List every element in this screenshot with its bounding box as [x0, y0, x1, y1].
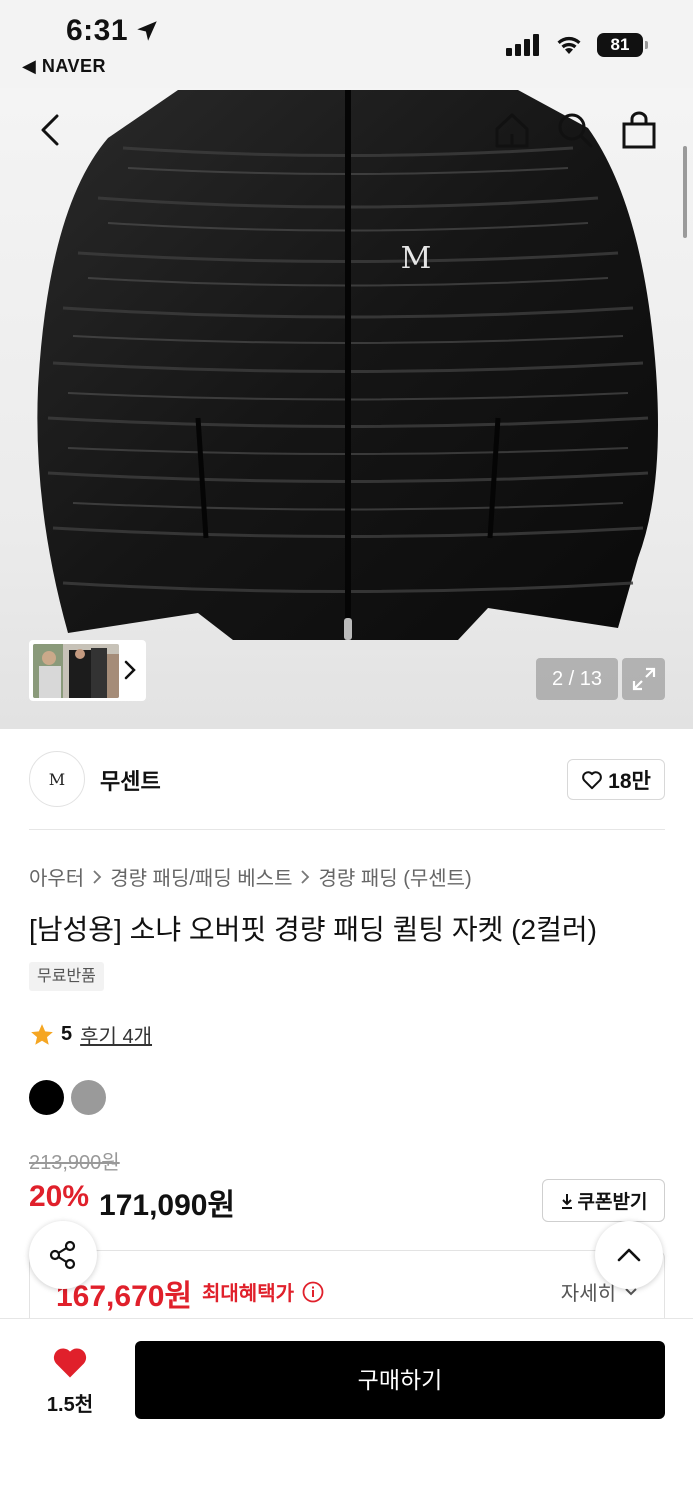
rating: 5 후기 4개 — [29, 1020, 152, 1049]
benefit-label-row: 최대혜택가 — [202, 1277, 324, 1306]
product-page: 6:31 ◀ NAVER 81 M 2 / 13 M 무센트 18만 아우터 경… — [0, 0, 693, 1500]
store-logo-text: M — [48, 769, 66, 789]
heart-outline-icon — [582, 770, 603, 789]
coupon-label: 쿠폰받기 — [577, 1192, 648, 1213]
original-price: 213,900원 — [29, 1152, 120, 1174]
color-swatch-black[interactable] — [29, 1080, 64, 1115]
free-return-badge: 무료반품 — [29, 962, 104, 991]
status-time: 6:31 — [66, 14, 129, 47]
cart-button[interactable] — [617, 108, 661, 152]
store-logo[interactable]: M — [29, 751, 85, 807]
chevron-left-icon — [41, 114, 59, 146]
breadcrumb-item[interactable]: 경량 패딩/패딩 베스트 — [110, 862, 292, 891]
battery-cap — [645, 41, 648, 49]
discount-rate: 20% — [29, 1180, 90, 1213]
search-icon — [558, 113, 593, 148]
thumbnail-strip[interactable] — [29, 640, 146, 701]
home-icon — [495, 113, 529, 148]
store-like-button[interactable]: 18만 — [567, 759, 665, 800]
wifi-icon — [557, 36, 581, 54]
scroll-top-button[interactable] — [595, 1221, 663, 1289]
product-title: [남성용] 소냐 오버핏 경량 패딩 퀼팅 자켓 (2컬러) — [29, 914, 597, 945]
product-image: M — [37, 90, 658, 640]
sale-price-row: 20% 171,090원 — [29, 1180, 235, 1224]
heart-filled-icon — [53, 1348, 87, 1378]
thumbnail-images — [33, 643, 119, 698]
cellular-signal-icon — [506, 34, 539, 56]
benefit-label: 최대혜택가 — [202, 1283, 294, 1305]
chevron-right-icon — [93, 869, 102, 884]
bottom-action-bar: 1.5천 구매하기 — [0, 1318, 693, 1500]
divider — [29, 829, 665, 830]
back-to-app-link[interactable]: ◀ NAVER — [22, 56, 106, 77]
buy-button[interactable]: 구매하기 — [135, 1341, 665, 1419]
search-button[interactable] — [553, 108, 597, 152]
info-icon[interactable] — [302, 1281, 324, 1303]
coupon-button[interactable]: 쿠폰받기 — [542, 1179, 665, 1222]
chevron-up-icon — [617, 1248, 641, 1262]
star-icon — [31, 1023, 53, 1045]
store-like-count: 18만 — [608, 769, 651, 793]
rating-score: 5 — [61, 1023, 73, 1045]
reviews-link[interactable]: 후기 4개 — [80, 1020, 152, 1049]
expand-button[interactable] — [622, 658, 665, 700]
back-button[interactable] — [28, 108, 72, 152]
share-button[interactable] — [29, 1221, 97, 1289]
download-icon — [561, 1193, 572, 1209]
sale-price: 171,090원 — [99, 1189, 236, 1222]
image-counter: 2 / 13 — [536, 658, 618, 700]
color-swatch-gray[interactable] — [71, 1080, 106, 1115]
share-icon — [49, 1240, 76, 1270]
battery-indicator: 81 — [597, 33, 643, 57]
home-button[interactable] — [490, 108, 534, 152]
jacket-logo-text: M — [401, 241, 432, 276]
store-name[interactable]: 무센트 — [100, 764, 161, 796]
status-bar: 6:31 ◀ NAVER 81 — [0, 0, 693, 88]
expand-icon — [632, 667, 655, 691]
breadcrumb-item[interactable]: 경량 패딩 (무센트) — [318, 862, 471, 891]
chevron-right-icon — [301, 869, 310, 884]
chevron-right-icon — [124, 660, 136, 680]
scrollbar[interactable] — [683, 146, 687, 238]
wishlist-count: 1.5천 — [46, 1394, 94, 1416]
wishlist-button[interactable]: 1.5천 — [30, 1345, 110, 1417]
location-arrow-icon — [137, 21, 157, 41]
breadcrumb-item[interactable]: 아우터 — [29, 862, 84, 891]
shopping-bag-icon — [622, 111, 656, 149]
breadcrumb: 아우터 경량 패딩/패딩 베스트 경량 패딩 (무센트) — [29, 862, 472, 891]
